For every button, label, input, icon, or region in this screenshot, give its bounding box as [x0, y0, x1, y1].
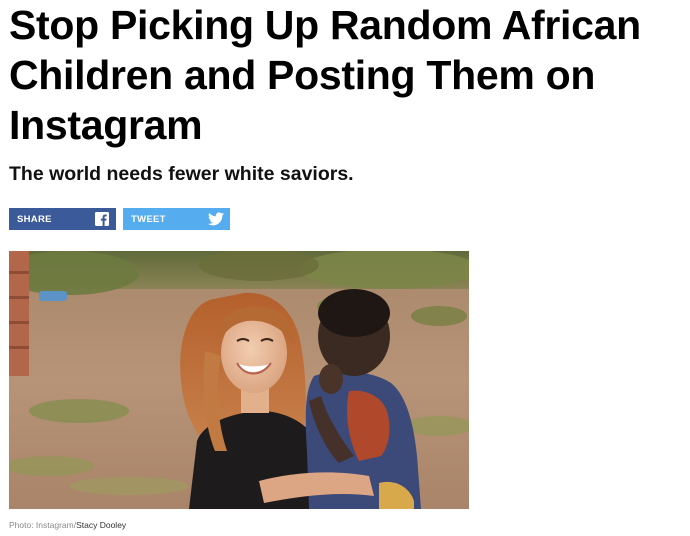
facebook-share-button[interactable]: SHARE — [9, 208, 116, 230]
article-photo — [9, 251, 469, 509]
photo-credit-name[interactable]: Stacy Dooley — [76, 520, 126, 530]
twitter-bird-icon — [208, 211, 224, 227]
facebook-icon — [94, 211, 110, 227]
twitter-share-label: TWEET — [131, 213, 166, 225]
headline: Stop Picking Up Random African Children … — [9, 2, 641, 148]
photo-credit-source: Photo: Instagram/ — [9, 520, 77, 530]
photo-caption: Photo: Instagram/Stacy Dooley — [9, 520, 684, 530]
article-dek: The world needs fewer white saviors. — [9, 163, 354, 185]
facebook-share-label: SHARE — [17, 213, 52, 225]
article: Stop Picking Up Random African Children … — [9, 0, 684, 530]
share-bar: SHARE TWEET — [9, 208, 684, 230]
twitter-share-button[interactable]: TWEET — [123, 208, 230, 230]
